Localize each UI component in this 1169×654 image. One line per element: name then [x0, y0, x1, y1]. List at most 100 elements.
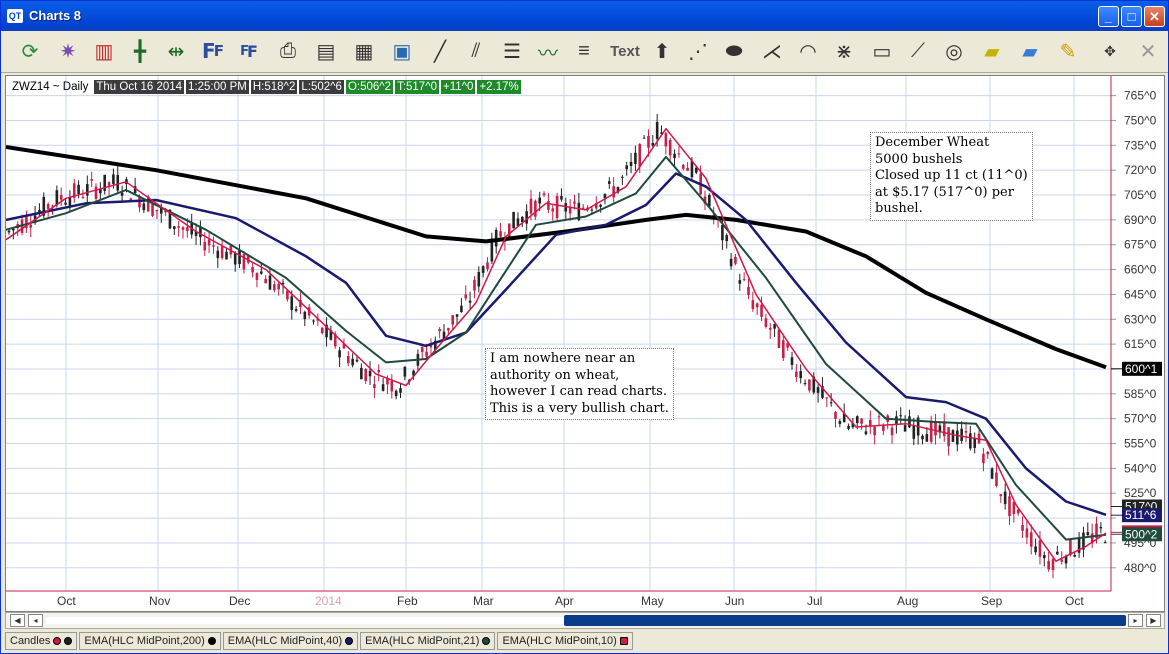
- y-tick-label: 705^0: [1124, 188, 1157, 202]
- scroll-left-icon[interactable]: ◀: [10, 614, 25, 627]
- ellipse-icon[interactable]: ⬬: [719, 36, 749, 66]
- candle-body: [621, 176, 624, 178]
- candle-body: [203, 241, 207, 251]
- y-tick-label: 540^0: [1124, 461, 1157, 475]
- eraser-icon[interactable]: ▰: [977, 36, 1007, 66]
- candle-body: [964, 431, 968, 433]
- legend-ema21[interactable]: EMA(HLC MidPoint,21): [360, 632, 496, 650]
- fan-icon[interactable]: ⋌: [757, 36, 787, 66]
- candle-body: [238, 250, 241, 265]
- legend-ema10[interactable]: EMA(HLC MidPoint,10): [497, 632, 633, 650]
- candle-body: [747, 286, 750, 296]
- candle-body: [555, 196, 559, 219]
- candle-body: [777, 329, 781, 349]
- candle-body: [1073, 555, 1077, 557]
- candle-body: [738, 280, 742, 284]
- title-bar[interactable]: QT Charts 8 _ □ ✕: [1, 1, 1168, 31]
- candle-body: [782, 340, 785, 359]
- text-icon[interactable]: Text: [607, 36, 643, 66]
- scroll-right-small-icon[interactable]: ▸: [1128, 614, 1143, 627]
- candle-body: [86, 184, 89, 196]
- chart-panel[interactable]: 765^0 750^0 735^0 720^0 705^0 690^0 675^0 660^0…: [5, 75, 1165, 612]
- horizontal-lines-icon[interactable]: ☰: [497, 36, 527, 66]
- candle-body: [286, 290, 289, 300]
- chart-header: ZWZ14 ~ Daily Thu Oct 16 2014 1:25:00 PM…: [12, 80, 521, 94]
- eraser-all-icon[interactable]: ▰: [1015, 36, 1045, 66]
- legend-ema200[interactable]: EMA(HLC MidPoint,200): [79, 632, 221, 650]
- candle-body: [803, 383, 807, 385]
- refresh-icon[interactable]: ⟳: [15, 36, 45, 66]
- candle-body: [464, 294, 468, 299]
- legend-candles[interactable]: Candles: [5, 632, 78, 650]
- candle-body: [420, 347, 424, 353]
- candle-body: [942, 422, 946, 437]
- font-small-icon[interactable]: FF: [233, 36, 263, 66]
- levels-icon[interactable]: ≡: [569, 36, 599, 66]
- arc-icon[interactable]: ◠: [793, 36, 823, 66]
- table-icon[interactable]: ▦: [349, 36, 379, 66]
- candle-body: [507, 223, 511, 239]
- marker-icon[interactable]: ✎: [1053, 36, 1083, 66]
- candle-body: [1056, 551, 1059, 555]
- candle-body: [138, 197, 141, 208]
- candle-body: [1069, 539, 1072, 556]
- circles-icon[interactable]: ◎: [939, 36, 969, 66]
- close-icon[interactable]: ✕: [1133, 36, 1163, 66]
- candle-body: [986, 451, 990, 455]
- candle-body: [925, 434, 929, 442]
- candle-body: [1060, 559, 1063, 562]
- candle-body: [64, 202, 67, 205]
- fork-icon[interactable]: ⋰: [683, 36, 713, 66]
- bar-chart-icon[interactable]: ▥: [89, 36, 119, 66]
- candle-body: [438, 329, 441, 332]
- arrows-icon[interactable]: ⇹: [161, 36, 191, 66]
- candle-body: [912, 425, 916, 439]
- candle-body: [686, 167, 689, 171]
- maximize-button[interactable]: □: [1121, 6, 1142, 27]
- candle-body: [59, 195, 63, 200]
- parallel-lines-icon[interactable]: ⫽: [461, 36, 491, 66]
- y-tick-label: 765^0: [1124, 89, 1157, 103]
- line-icon[interactable]: ╱: [425, 36, 455, 66]
- speed-lines-icon[interactable]: ⟋: [903, 36, 933, 66]
- legend-ema40[interactable]: EMA(HLC MidPoint,40): [222, 632, 359, 650]
- font-large-icon[interactable]: FF: [197, 36, 227, 66]
- scroll-right-icon[interactable]: ▶: [1146, 614, 1161, 627]
- candle-body: [838, 420, 842, 424]
- minimize-button[interactable]: _: [1098, 6, 1119, 27]
- candle-body: [721, 225, 724, 241]
- candle-body: [399, 388, 402, 393]
- candle-body: [677, 153, 681, 155]
- print-icon[interactable]: ⎙: [273, 36, 303, 66]
- wave-icon[interactable]: 〰: [533, 36, 563, 66]
- image-icon[interactable]: ▤: [311, 36, 341, 66]
- price-tag-label: 511^6: [1125, 508, 1157, 522]
- candle-body: [107, 182, 111, 186]
- move-icon[interactable]: ✥: [1095, 36, 1125, 66]
- candle-body: [373, 384, 376, 388]
- candle-body: [882, 425, 885, 431]
- close-button[interactable]: ✕: [1144, 6, 1165, 27]
- horizontal-scrollbar[interactable]: ◀ ◂ ▸ ▶: [5, 612, 1165, 629]
- scroll-left-small-icon[interactable]: ◂: [28, 614, 43, 627]
- candle-body: [681, 164, 685, 169]
- candle-body: [77, 184, 80, 195]
- candle-body: [46, 204, 50, 210]
- pct-readout: +2.17%: [477, 80, 521, 94]
- arrow-up-icon[interactable]: ⬆: [647, 36, 677, 66]
- wand-icon[interactable]: ✷: [53, 36, 83, 66]
- candle-body: [268, 275, 272, 290]
- candle-body: [542, 193, 546, 196]
- properties-icon[interactable]: ▣: [387, 36, 417, 66]
- scroll-thumb[interactable]: [564, 615, 1126, 626]
- low-readout: L:502^6: [299, 80, 344, 94]
- gann-fan-icon[interactable]: ⋇: [829, 36, 859, 66]
- candle-body: [277, 283, 280, 290]
- candle-body: [320, 327, 324, 334]
- annotation-middle[interactable]: I am nowhere near an authority on wheat,…: [485, 348, 674, 420]
- cursor-cross-icon[interactable]: ╋: [125, 36, 155, 66]
- rectangle-icon[interactable]: ▭: [867, 36, 897, 66]
- candle-body: [960, 428, 963, 441]
- candle-body: [290, 296, 294, 311]
- annotation-top-right[interactable]: December Wheat 5000 bushels Closed up 11…: [870, 132, 1033, 221]
